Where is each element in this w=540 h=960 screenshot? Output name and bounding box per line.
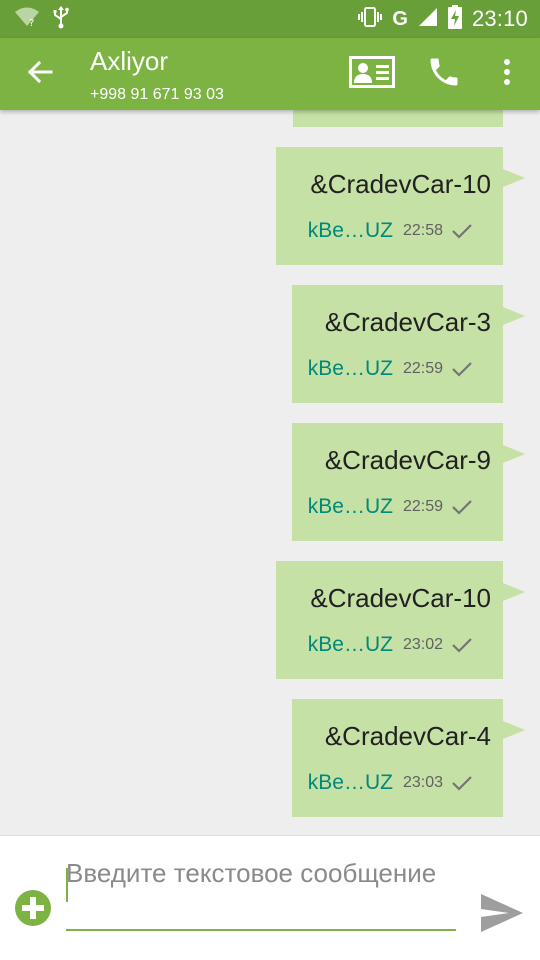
message-bubble-partial[interactable]	[293, 110, 503, 127]
delivered-check-icon	[451, 775, 473, 791]
bubble-tail	[503, 583, 525, 601]
contact-card-icon	[349, 55, 395, 93]
message-list[interactable]: &CradevCar-10 kBe…UZ 22:58 &CradevCar-3 …	[0, 110, 540, 835]
call-button[interactable]	[420, 52, 468, 96]
text-caret	[66, 868, 68, 902]
more-vertical-icon	[503, 58, 511, 91]
send-button[interactable]	[478, 893, 526, 937]
message-bubble[interactable]: &CradevCar-10 kBe…UZ 23:02	[276, 561, 525, 679]
message-meta: kBe…UZ 23:03	[308, 771, 473, 795]
contact-name: Axliyor	[90, 46, 169, 76]
bubble-tail	[503, 721, 525, 739]
back-arrow-icon	[27, 59, 53, 90]
message-sender: kBe…UZ	[307, 495, 393, 518]
message-time: 22:59	[402, 498, 443, 515]
message-time: 23:03	[402, 774, 443, 791]
status-bar: ? G 23:10	[0, 0, 540, 38]
attach-button[interactable]	[13, 888, 53, 928]
message-meta: kBe…UZ 22:59	[308, 357, 473, 381]
usb-icon	[52, 5, 70, 34]
message-text: &CradevCar-10	[310, 583, 491, 613]
message-bubble[interactable]: &CradevCar-3 kBe…UZ 22:59	[292, 285, 525, 403]
app-bar: Axliyor +998 91 671 93 03	[0, 38, 540, 110]
message-sender: kBe…UZ	[307, 633, 393, 656]
message-text: &CradevCar-9	[324, 445, 491, 475]
compose-bar	[0, 835, 540, 960]
message-bubble[interactable]: &CradevCar-10 kBe…UZ 22:58	[276, 147, 525, 265]
message-text: &CradevCar-10	[310, 169, 491, 199]
bubble-tail	[503, 445, 525, 463]
network-type-label: G	[392, 7, 408, 30]
message-text: &CradevCar-3	[324, 307, 491, 337]
message-sender: kBe…UZ	[307, 219, 393, 242]
message-meta: kBe…UZ 23:02	[308, 633, 473, 657]
phone-icon	[426, 54, 462, 95]
send-icon	[479, 892, 525, 939]
more-options-button[interactable]	[488, 52, 526, 96]
message-meta: kBe…UZ 22:58	[308, 219, 473, 243]
message-meta: kBe…UZ 22:59	[308, 495, 473, 519]
message-input[interactable]	[66, 856, 456, 930]
add-circle-icon	[13, 890, 53, 932]
bubble-tail	[503, 169, 525, 187]
delivered-check-icon	[451, 637, 473, 653]
delivered-check-icon	[451, 361, 473, 377]
message-text: &CradevCar-4	[324, 721, 491, 751]
delivered-check-icon	[451, 223, 473, 239]
message-time: 22:59	[402, 360, 443, 377]
message-time: 23:02	[402, 636, 443, 653]
signal-icon	[418, 7, 438, 32]
input-underline	[66, 929, 456, 931]
clock: 23:10	[471, 6, 528, 31]
vibrate-icon	[358, 6, 383, 33]
bubble-tail	[503, 307, 525, 325]
messaging-screen: ? G 23:10 Axliyor +998 91 671 93 03 &Cra…	[0, 0, 540, 960]
contact-phone: +998 91 671 93 03	[90, 86, 224, 103]
svg-text:?: ?	[29, 18, 34, 28]
message-sender: kBe…UZ	[307, 357, 393, 380]
message-bubble[interactable]: &CradevCar-4 kBe…UZ 23:03	[292, 699, 525, 817]
message-bubble[interactable]: &CradevCar-9 kBe…UZ 22:59	[292, 423, 525, 541]
battery-charging-icon	[447, 4, 462, 34]
message-time: 22:58	[402, 222, 443, 239]
message-sender: kBe…UZ	[307, 771, 393, 794]
back-button[interactable]	[16, 52, 64, 96]
wifi-unknown-icon: ?	[14, 6, 40, 33]
contact-card-button[interactable]	[346, 52, 398, 96]
delivered-check-icon	[451, 499, 473, 515]
